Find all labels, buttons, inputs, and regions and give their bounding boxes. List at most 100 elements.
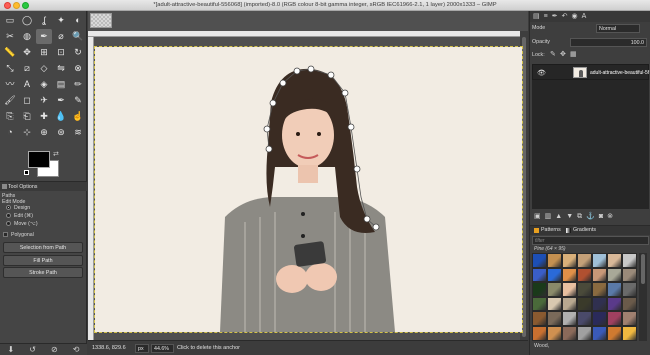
mode-design-radio[interactable] [6,205,11,210]
scissors-icon[interactable]: ✂ [2,29,18,44]
mask-layer-icon[interactable]: ◙ [599,213,603,220]
paths-tab-icon[interactable]: ✒ [552,13,558,20]
heal-icon[interactable]: ✚ [36,109,52,124]
flip-icon[interactable]: ⇋ [53,61,69,76]
pattern-swatch[interactable] [607,311,622,326]
restore-options-icon[interactable]: ↺ [29,345,36,354]
pattern-swatch[interactable] [577,296,592,312]
bucket-fill-icon[interactable]: ◈ [36,77,52,92]
stroke-path-button[interactable]: Stroke Path [3,267,83,278]
pattern-swatch[interactable] [592,296,607,312]
lock-position-icon[interactable]: ✥ [560,50,566,58]
pattern-swatch[interactable] [607,325,622,341]
layer-mode-select[interactable]: Normal [596,24,640,33]
color-picker-icon[interactable]: ⌀ [53,29,69,44]
pattern-swatch[interactable] [532,311,547,326]
horizontal-ruler[interactable] [88,31,520,37]
swap-colors-icon[interactable]: ⇄ [53,150,59,158]
mypaint-icon[interactable]: ✎ [70,93,86,108]
polygonal-checkbox[interactable] [3,232,8,237]
pattern-swatch[interactable] [622,296,637,312]
pattern-swatch[interactable] [577,325,592,341]
undo-history-tab-icon[interactable]: ↶ [562,13,568,20]
pattern-swatch[interactable] [547,267,562,283]
pattern-swatch[interactable] [577,267,592,283]
pattern-swatch[interactable] [562,267,577,283]
pattern-swatch[interactable] [607,267,622,283]
vertical-ruler[interactable] [88,37,94,345]
warp-transform-icon[interactable]: ≋ [70,125,86,140]
pattern-filter-input[interactable]: filter [532,236,649,245]
fuzzy-select-icon[interactable]: ✦ [53,13,69,28]
delete-layer-icon[interactable]: ⊗ [607,213,613,220]
pattern-swatch[interactable] [592,253,607,268]
save-options-icon[interactable]: ⬇ [8,345,15,354]
layer-list-empty-area[interactable] [532,80,649,209]
paintbrush-icon[interactable]: 🖌 [2,93,18,108]
visibility-eye-icon[interactable]: 👁 [537,69,546,77]
align-icon[interactable]: ⊞ [36,45,52,60]
zoom-select[interactable]: 44.6% [151,344,174,353]
pattern-swatch[interactable] [622,282,637,297]
perspective-icon[interactable]: ◇ [36,61,52,76]
fonts-tab-icon[interactable]: A [582,13,587,20]
pattern-swatch[interactable] [547,296,562,312]
image-tab-thumbnail[interactable] [90,13,112,28]
clone-icon[interactable]: ⎘ [2,109,18,124]
foreground-color-swatch[interactable] [28,151,50,168]
pattern-scrollbar[interactable] [639,253,647,341]
cage-icon[interactable]: ⊗ [70,61,86,76]
seamless-clone-icon[interactable]: ⊛ [53,125,69,140]
fill-path-button[interactable]: Fill Path [3,255,83,266]
pattern-swatch[interactable] [622,253,637,268]
pattern-swatch[interactable] [622,325,637,341]
pattern-swatch[interactable] [547,325,562,341]
mode-move-radio[interactable] [6,221,11,226]
pattern-swatch[interactable] [592,267,607,283]
pattern-swatch[interactable] [532,282,547,297]
pattern-swatch[interactable] [607,282,622,297]
layers-tab-icon[interactable]: ▤ [533,13,540,20]
blend-icon[interactable]: ▤ [53,77,69,92]
pattern-swatch[interactable] [592,325,607,341]
free-select-icon[interactable]: ʆ [36,13,52,28]
shear-icon[interactable]: ⧄ [19,61,35,76]
measure-icon[interactable]: 📏 [2,45,18,60]
ellipse-select-icon[interactable]: ◯ [19,13,35,28]
tab-gradients[interactable]: Gradients [566,227,596,233]
tab-patterns[interactable]: Patterns [534,227,561,233]
channels-tab-icon[interactable]: ≡ [544,13,548,20]
dodge-burn-icon[interactable]: ◔ [2,125,18,140]
reset-colors-icon[interactable] [24,170,29,175]
unit-select[interactable]: px [135,344,149,353]
crop-icon[interactable]: ⊡ [53,45,69,60]
pattern-swatch[interactable] [547,311,562,326]
layer-row[interactable]: 👁 adult-attractive-beautiful-5f [532,64,649,80]
pattern-swatch[interactable] [577,282,592,297]
pattern-swatch[interactable] [592,282,607,297]
pattern-swatch[interactable] [532,296,547,312]
pattern-swatch[interactable] [622,311,637,326]
pattern-swatch[interactable] [607,253,622,268]
lock-pixels-icon[interactable]: ✎ [550,50,556,58]
text-icon[interactable]: A [19,77,35,92]
pattern-swatch[interactable] [532,325,547,341]
image-canvas[interactable] [94,46,523,333]
lock-alpha-icon[interactable]: ▦ [570,50,577,58]
blur-icon[interactable]: 💧 [53,109,69,124]
pattern-swatch[interactable] [532,253,547,268]
zoom-icon[interactable]: 🔍 [70,29,86,44]
move-icon[interactable]: ✥ [19,45,35,60]
airbrush-icon[interactable]: ✈ [36,93,52,108]
pencil-icon[interactable]: ✏ [70,77,86,92]
ink-icon[interactable]: ✒ [53,93,69,108]
reset-options-icon[interactable]: ⟲ [73,345,80,354]
selection-from-path-button[interactable]: Selection from Path [3,242,83,253]
rotate-icon[interactable]: ↻ [70,45,86,60]
paths-icon[interactable]: ✒ [36,29,52,44]
pattern-swatch[interactable] [562,253,577,268]
color-select-icon[interactable]: ◐ [70,13,86,28]
unified-transform-icon[interactable]: ⊕ [36,125,52,140]
delete-options-icon[interactable]: ⊘ [51,345,58,354]
pattern-swatch[interactable] [562,325,577,341]
